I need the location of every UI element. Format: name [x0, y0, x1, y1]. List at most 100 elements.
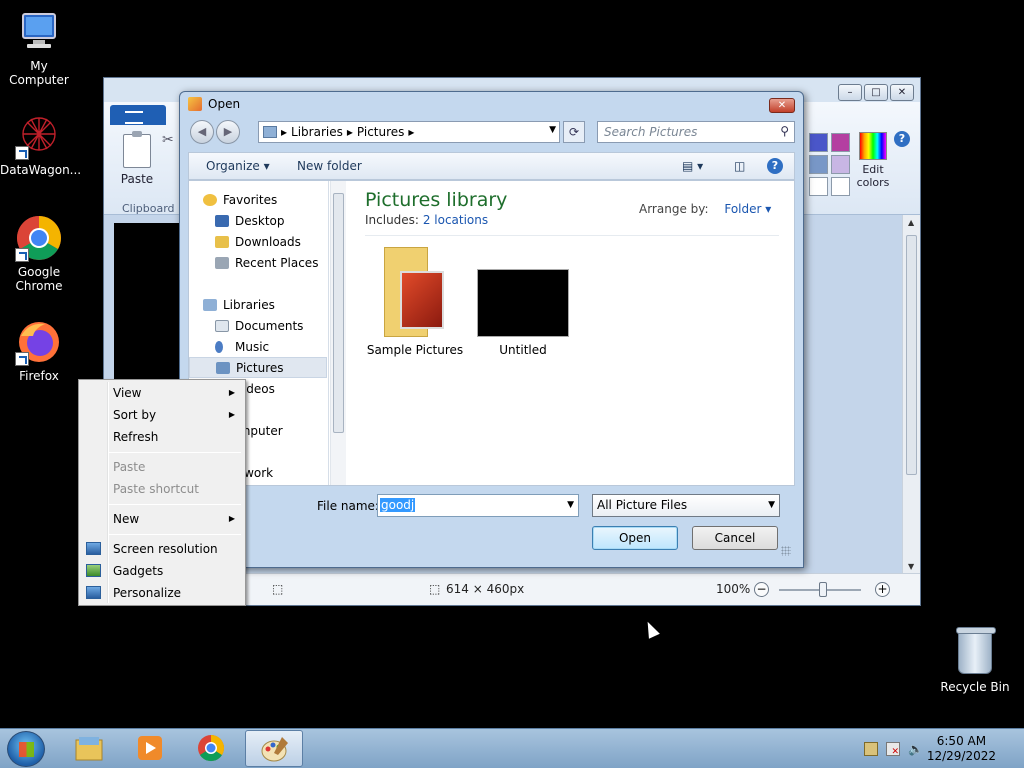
locations-link[interactable]: 2 locations: [423, 213, 488, 227]
desktop-icon-datawagon[interactable]: DataWagon...: [0, 112, 81, 177]
file-item-sample-pictures[interactable]: Sample Pictures: [365, 243, 465, 357]
paint-vertical-scrollbar[interactable]: ▲ ▼: [902, 215, 920, 574]
taskbar-chrome[interactable]: [182, 730, 240, 767]
dialog-content: Favorites Desktop Downloads Recent Place…: [188, 180, 795, 486]
open-dialog[interactable]: Open ✕ ◀ ▶ ▸ Libraries ▸ Pictures ▸ ▼ ⟳ …: [179, 91, 804, 568]
file-name-input[interactable]: goodj ▼: [377, 494, 579, 517]
nav-music[interactable]: Music: [215, 336, 328, 357]
nav-downloads[interactable]: Downloads: [215, 231, 328, 252]
file-name-value: goodj: [380, 498, 416, 512]
chrome-icon: [198, 734, 225, 762]
taskbar-explorer[interactable]: [60, 730, 118, 767]
menu-item-new[interactable]: New ▶: [81, 508, 243, 530]
paste-button[interactable]: Paste: [114, 131, 160, 186]
back-button[interactable]: ◀: [190, 120, 214, 144]
file-item-untitled[interactable]: Untitled: [473, 243, 573, 357]
menu-item-refresh[interactable]: Refresh: [81, 426, 243, 448]
cancel-button[interactable]: Cancel: [692, 526, 778, 550]
color-swatch[interactable]: [809, 155, 828, 174]
zoom-in-button[interactable]: +: [875, 582, 890, 597]
library-icon: [263, 126, 277, 138]
view-options-icon[interactable]: ▤ ▾: [682, 159, 703, 173]
desktop-icon-label: My Computer: [9, 59, 69, 87]
refresh-button[interactable]: ⟳: [563, 121, 585, 143]
star-icon: [203, 193, 217, 206]
search-icon: ⚲: [780, 124, 789, 138]
desktop-context-menu: View ▶ Sort by ▶ Refresh Paste Paste short…: [78, 379, 246, 606]
menu-item-view[interactable]: View ▶: [81, 382, 243, 404]
zoom-slider-thumb[interactable]: [819, 582, 827, 597]
network-error-icon[interactable]: ✕: [886, 742, 900, 757]
nav-recent-places[interactable]: Recent Places: [215, 252, 328, 273]
breadcrumb-separator-icon: ▸: [408, 125, 415, 139]
menu-item-sort-by[interactable]: Sort by ▶: [81, 404, 243, 426]
paint-menu-button[interactable]: [110, 105, 166, 125]
nav-favorites[interactable]: Favorites: [203, 189, 328, 210]
dialog-titlebar[interactable]: Open: [188, 97, 240, 111]
color-swatch[interactable]: [831, 177, 850, 196]
scroll-thumb[interactable]: [906, 235, 917, 475]
help-icon[interactable]: ?: [894, 131, 910, 147]
nav-pictures[interactable]: Pictures: [189, 357, 327, 378]
taskbar-clock[interactable]: 6:50 AM 12/29/2022: [927, 734, 996, 764]
zoom-out-button[interactable]: −: [754, 582, 769, 597]
paste-label: Paste: [120, 172, 154, 186]
nav-documents[interactable]: Documents: [215, 315, 328, 336]
search-input[interactable]: Search Pictures ⚲: [597, 121, 795, 143]
menu-item-screen-resolution[interactable]: Screen resolution: [81, 538, 243, 560]
open-button[interactable]: Open: [592, 526, 678, 550]
taskbar-media-player[interactable]: [121, 730, 179, 767]
scroll-thumb[interactable]: [333, 193, 344, 433]
color-swatch[interactable]: [809, 133, 828, 152]
action-center-icon[interactable]: [864, 742, 878, 756]
clipboard-group-label: Clipboard: [122, 202, 175, 215]
scroll-up-icon[interactable]: ▲: [908, 218, 914, 227]
file-item-label: Sample Pictures: [366, 343, 464, 357]
file-type-value: All Picture Files: [597, 498, 688, 512]
menu-item-personalize[interactable]: Personalize: [81, 582, 243, 604]
cut-icon[interactable]: ✂: [162, 132, 178, 148]
zoom-slider[interactable]: [779, 582, 861, 597]
menu-item-gadgets[interactable]: Gadgets: [81, 560, 243, 582]
close-button[interactable]: ✕: [890, 84, 914, 101]
address-bar[interactable]: ▸ Libraries ▸ Pictures ▸ ▼: [258, 121, 560, 143]
desktop-icon-recycle-bin[interactable]: Recycle Bin: [940, 627, 1010, 694]
desktop-icon-firefox[interactable]: Firefox: [0, 318, 78, 383]
edit-colors-button[interactable]: Edit colors: [854, 132, 892, 189]
preview-pane-icon[interactable]: ◫: [734, 159, 745, 173]
file-type-select[interactable]: All Picture Files ▼: [592, 494, 780, 517]
resize-grip[interactable]: [781, 546, 791, 556]
nav-libraries[interactable]: Libraries: [203, 294, 328, 315]
breadcrumb-libraries[interactable]: Libraries: [291, 125, 343, 139]
dialog-close-button[interactable]: ✕: [769, 98, 795, 113]
chrome-icon: [15, 214, 63, 262]
breadcrumb-pictures[interactable]: Pictures: [357, 125, 405, 139]
personalize-icon: [86, 586, 101, 599]
nav-pane-scrollbar[interactable]: [330, 181, 346, 485]
file-name-label: File name:: [317, 499, 379, 513]
computer-icon: [15, 8, 63, 56]
mouse-cursor: [642, 619, 660, 639]
new-folder-button[interactable]: New folder: [297, 159, 362, 173]
desktop-icon-my-computer[interactable]: My Computer: [0, 8, 78, 87]
color-swatch[interactable]: [831, 133, 850, 152]
zoom-level: 100%: [716, 582, 751, 596]
organize-button[interactable]: Organize ▾: [206, 159, 270, 173]
dialog-nav-row: ◀ ▶ ▸ Libraries ▸ Pictures ▸ ▼ ⟳ Search …: [188, 120, 795, 144]
volume-icon[interactable]: 🔈: [908, 742, 923, 756]
forward-button[interactable]: ▶: [216, 120, 240, 144]
chevron-down-icon[interactable]: ▼: [567, 500, 574, 510]
arrange-by-dropdown[interactable]: Folder ▾: [724, 202, 771, 216]
color-swatch[interactable]: [809, 177, 828, 196]
address-dropdown-icon[interactable]: ▼: [549, 125, 556, 135]
nav-desktop[interactable]: Desktop: [215, 210, 328, 231]
taskbar-paint[interactable]: [245, 730, 303, 767]
help-icon[interactable]: ?: [767, 158, 783, 174]
maximize-button[interactable]: □: [864, 84, 888, 101]
color-swatch[interactable]: [831, 155, 850, 174]
scroll-down-icon[interactable]: ▼: [908, 562, 914, 571]
start-button[interactable]: [7, 731, 45, 767]
desktop-icon-google-chrome[interactable]: Google Chrome: [0, 214, 78, 293]
minimize-button[interactable]: –: [838, 84, 862, 101]
desktop-icon-label: Recycle Bin: [940, 680, 1010, 694]
